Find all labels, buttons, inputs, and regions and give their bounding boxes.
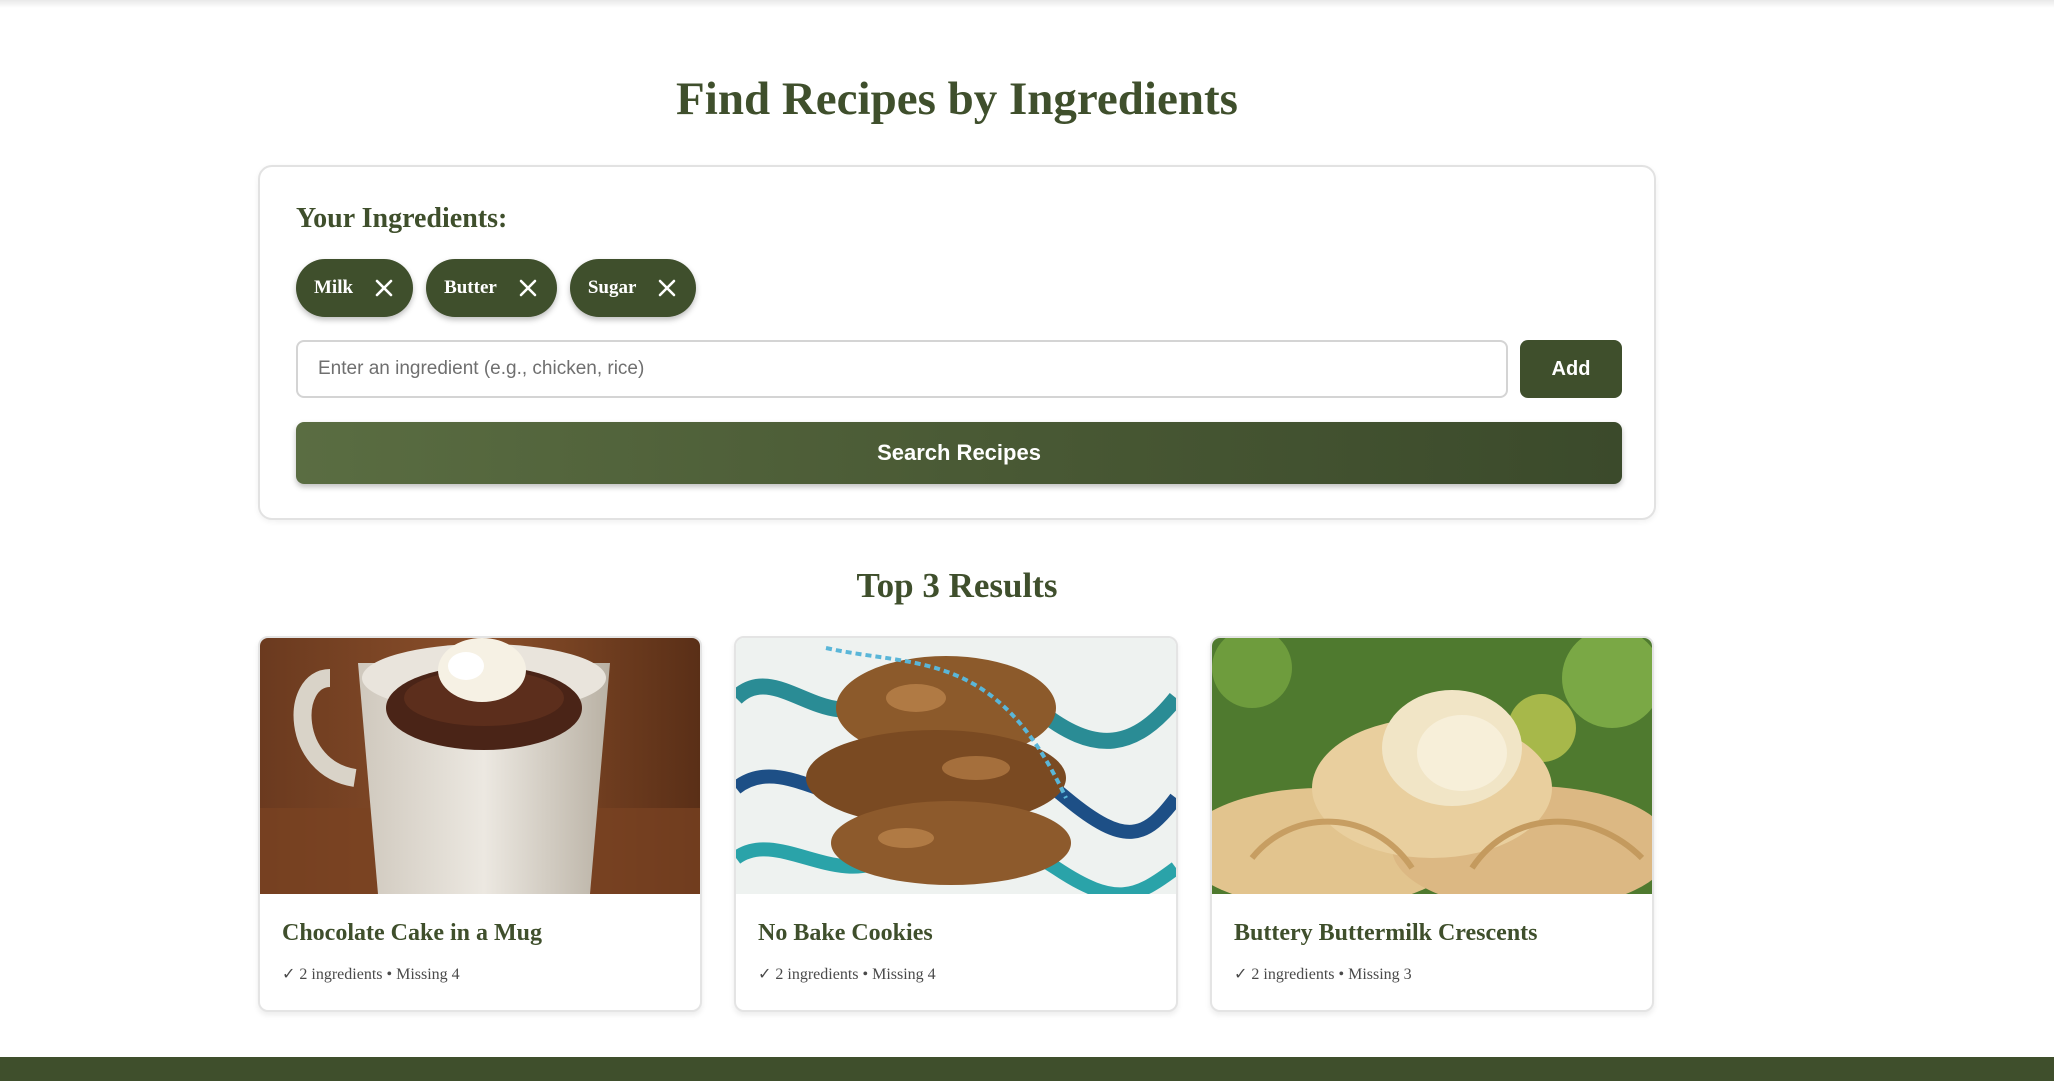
ingredient-chip-milk: Milk — [296, 259, 414, 317]
ingredients-heading: Your Ingredients: — [296, 203, 508, 234]
ingredient-chip-butter: Butter — [426, 259, 557, 317]
results-title: Top 3 Results — [856, 566, 1058, 605]
recipe-image — [260, 638, 700, 894]
recipe-title: Buttery Buttermilk Crescents — [1234, 920, 1538, 946]
top-shadow — [0, 0, 2054, 8]
ingredient-chip-label: Milk — [314, 277, 354, 298]
recipe-card-no-bake-cookies[interactable]: No Bake Cookies ✓ 2 ingredients • Missin… — [734, 636, 1178, 1012]
recipe-image — [736, 638, 1176, 894]
recipe-title: No Bake Cookies — [758, 920, 933, 946]
search-recipes-button[interactable]: Search Recipes — [296, 422, 1622, 484]
close-icon[interactable] — [656, 277, 678, 299]
ingredient-input[interactable] — [296, 340, 1508, 398]
ingredient-chip-label: Sugar — [587, 277, 637, 298]
recipe-image — [1212, 638, 1652, 894]
recipe-match-info: ✓ 2 ingredients • Missing 3 — [1234, 966, 1412, 983]
close-icon[interactable] — [373, 277, 395, 299]
recipe-match-info: ✓ 2 ingredients • Missing 4 — [758, 966, 936, 983]
recipe-card-buttermilk-crescents[interactable]: Buttery Buttermilk Crescents ✓ 2 ingredi… — [1210, 636, 1654, 1012]
recipe-card-chocolate-cake[interactable]: Chocolate Cake in a Mug ✓ 2 ingredients … — [258, 636, 702, 1012]
ingredient-chip-label: Butter — [444, 277, 497, 298]
ingredient-chip-list: Milk Butter Sugar — [296, 259, 697, 317]
close-icon[interactable] — [517, 277, 539, 299]
footer-bar — [0, 1057, 2054, 1081]
ingredient-chip-sugar: Sugar — [569, 259, 697, 317]
page-title: Find Recipes by Ingredients — [676, 73, 1238, 125]
add-ingredient-button[interactable]: Add — [1520, 340, 1622, 398]
recipe-title: Chocolate Cake in a Mug — [282, 920, 542, 946]
recipe-match-info: ✓ 2 ingredients • Missing 4 — [282, 966, 460, 983]
ingredients-card: Your Ingredients: Milk Butter Sugar Add … — [258, 165, 1656, 520]
